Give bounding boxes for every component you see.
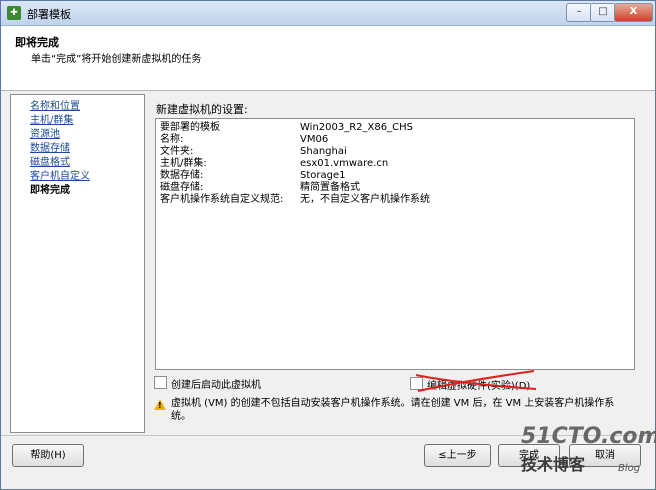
- summary-key: 数据存储:: [160, 170, 204, 181]
- site-watermark-blog: Blog: [618, 463, 641, 474]
- warning-message: 虚拟机 (VM) 的创建不包括自动安装客户机操作系统。请在创建 VM 后，在 V…: [171, 398, 615, 422]
- settings-summary-box: 要部署的模板 Win2003_R2_X86_CHS 名称: VM06 文件夹: …: [155, 118, 635, 370]
- title-bar[interactable]: ✚ 部署模板 – □ X: [1, 1, 655, 26]
- summary-key: 磁盘存储:: [160, 182, 204, 193]
- nav-item-disk-format[interactable]: 磁盘格式: [30, 153, 70, 168]
- wizard-header: 即将完成 单击“完成”将开始创建新虚拟机的任务: [1, 26, 655, 91]
- summary-value: 精简置备格式: [300, 182, 360, 193]
- nav-item-datastore[interactable]: 数据存储: [30, 139, 70, 154]
- summary-key: 文件夹:: [160, 146, 194, 157]
- power-on-checkbox[interactable]: [154, 376, 167, 389]
- summary-value: esx01.vmware.cn: [300, 158, 389, 169]
- nav-item-host-cluster[interactable]: 主机/群集: [30, 111, 73, 126]
- close-button[interactable]: X: [614, 3, 653, 22]
- page-title: 即将完成: [15, 36, 59, 49]
- window-title: 部署模板: [27, 8, 71, 21]
- deploy-template-window: ✚ 部署模板 – □ X 即将完成 单击“完成”将开始创建新虚拟机的任务 名称和…: [0, 0, 656, 490]
- summary-key: 要部署的模板: [160, 122, 220, 133]
- nav-item-ready-to-complete: 即将完成: [30, 185, 70, 196]
- summary-key: 客户机操作系统自定义规范:: [160, 194, 284, 205]
- summary-value: VM06: [300, 134, 329, 145]
- back-button[interactable]: ≤上一步: [424, 444, 491, 467]
- red-cross-annotation: [415, 370, 537, 392]
- nav-item-resource-pool[interactable]: 资源池: [30, 125, 60, 140]
- site-watermark: 51CTO.com: [521, 424, 656, 449]
- page-subtitle: 单击“完成”将开始创建新虚拟机的任务: [31, 54, 202, 65]
- vsphere-app-icon: ✚: [7, 6, 21, 20]
- summary-key: 主机/群集:: [160, 158, 207, 169]
- warning-icon-mark: !: [158, 401, 162, 410]
- summary-value: Shanghai: [300, 146, 347, 157]
- nav-item-name-location[interactable]: 名称和位置: [30, 97, 80, 112]
- site-watermark-subtitle: 技术博客: [521, 455, 586, 474]
- settings-label: 新建虚拟机的设置:: [156, 103, 248, 116]
- summary-value: Storage1: [300, 170, 346, 181]
- nav-item-guest-customization[interactable]: 客户机自定义: [30, 167, 90, 182]
- help-button[interactable]: 帮助(H): [12, 444, 84, 467]
- summary-value: 无，不自定义客户机操作系统: [300, 194, 430, 205]
- summary-key: 名称:: [160, 134, 184, 145]
- power-on-label[interactable]: 创建后启动此虚拟机: [171, 376, 261, 391]
- maximize-button[interactable]: □: [590, 3, 616, 22]
- minimize-button[interactable]: –: [566, 3, 592, 22]
- summary-value: Win2003_R2_X86_CHS: [300, 122, 413, 133]
- wizard-step-list: 名称和位置 主机/群集 资源池 数据存储 磁盘格式 客户机自定义 即将完成: [10, 94, 145, 433]
